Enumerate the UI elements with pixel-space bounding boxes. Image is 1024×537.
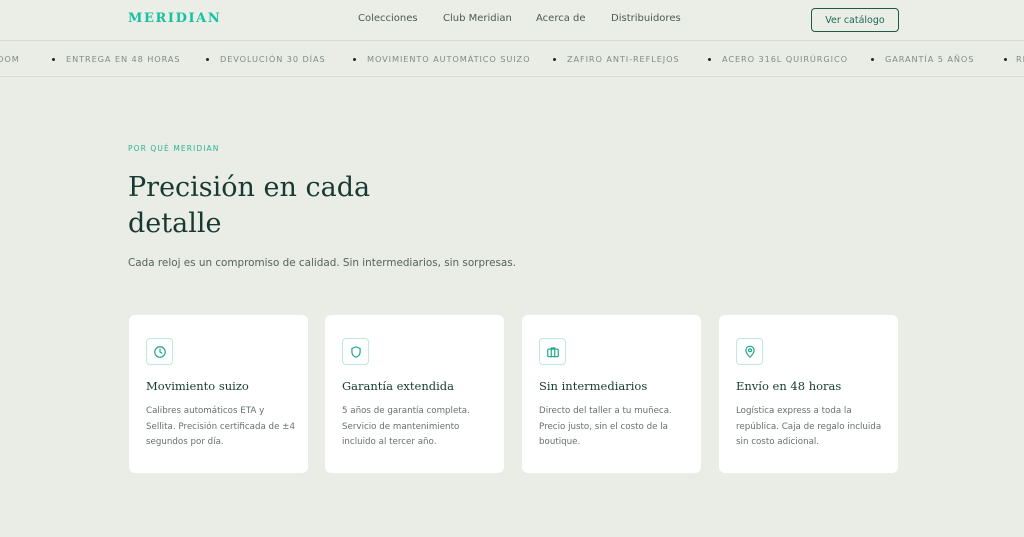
feature-description: 5 años de garantía completa. Servicio de… [342, 406, 470, 447]
ticker-fragment-end: RE [1016, 54, 1024, 64]
ticker-item: MOVIMIENTO AUTOMÁTICO SUIZO [367, 54, 531, 64]
feature-title: Garantía extendida [342, 379, 454, 393]
ticker-dot [52, 58, 55, 61]
briefcase-icon [539, 338, 566, 365]
section-subtitle: Cada reloj es un compromiso de calidad. … [128, 257, 516, 269]
ticker-item: GARANTÍA 5 AÑOS [885, 54, 975, 64]
map-pin-icon [736, 338, 763, 365]
clock-icon [146, 338, 173, 365]
feature-description: Directo del taller a tu muñeca. Precio j… [539, 406, 672, 447]
ticker-item: ENTREGA EN 48 HORAS [66, 54, 181, 64]
shield-icon [342, 338, 369, 365]
feature-title: Envío en 48 horas [736, 379, 842, 393]
feature-card-envio-48-horas: Envío en 48 horas Logística express a to… [719, 315, 898, 473]
ticker-dot [353, 58, 356, 61]
ticker-dot [871, 58, 874, 61]
ticker-dot [553, 58, 556, 61]
nav-link-distribuidores[interactable]: Distribuidores [611, 13, 681, 24]
ticker-item: ZAFIRO ANTI-REFLEJOS [567, 54, 680, 64]
ver-catalogo-button[interactable]: Ver catálogo [811, 8, 899, 32]
section-title: Precisión en cada detalle [128, 172, 371, 239]
feature-card-garantia-extendida: Garantía extendida 5 años de garantía co… [325, 315, 504, 473]
ticker-fragment-start: OOM [0, 54, 20, 64]
section-eyebrow: POR QUÉ MERIDIAN [128, 144, 220, 153]
feature-description: Calibres automáticos ETA y Sellita. Prec… [146, 406, 295, 447]
ticker-item: ACERO 316L QUIRÚRGICO [722, 54, 848, 64]
feature-title: Sin intermediarios [539, 379, 648, 393]
ticker-dot [206, 58, 209, 61]
top-navbar: MERIDIAN Colecciones Club Meridian Acerc… [0, 0, 1024, 41]
ticker-item: DEVOLUCIÓN 30 DÍAS [220, 54, 326, 64]
nav-link-club-meridian[interactable]: Club Meridian [443, 13, 512, 24]
feature-description: Logística express a toda la república. C… [736, 406, 882, 447]
brand-logo[interactable]: MERIDIAN [128, 11, 221, 26]
feature-ticker: OOM ENTREGA EN 48 HORAS DEVOLUCIÓN 30 DÍ… [0, 41, 1024, 77]
feature-card-movimiento-suizo: Movimiento suizo Calibres automáticos ET… [129, 315, 308, 473]
feature-card-sin-intermediarios: Sin intermediarios Directo del taller a … [522, 315, 701, 473]
nav-link-colecciones[interactable]: Colecciones [358, 13, 418, 24]
ticker-track: OOM ENTREGA EN 48 HORAS DEVOLUCIÓN 30 DÍ… [0, 54, 1024, 66]
nav-link-acerca-de[interactable]: Acerca de [536, 13, 586, 24]
ticker-dot [1004, 58, 1007, 61]
feature-title: Movimiento suizo [146, 379, 249, 393]
ticker-dot [708, 58, 711, 61]
